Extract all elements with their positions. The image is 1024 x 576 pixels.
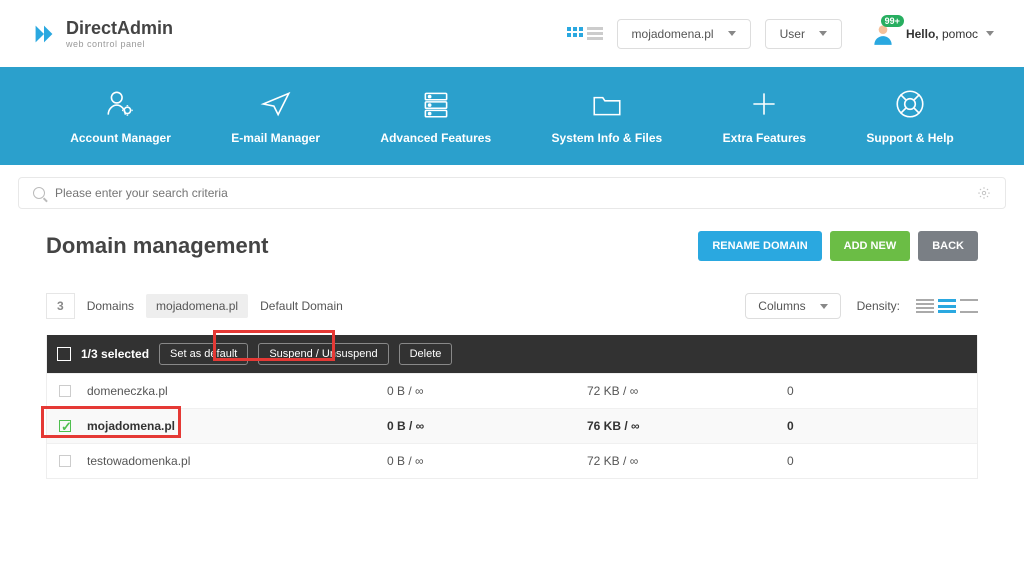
send-icon (259, 87, 293, 121)
density-options[interactable] (916, 299, 978, 313)
nav-support-help[interactable]: Support & Help (866, 87, 953, 145)
domain-name: domeneczka.pl (87, 384, 387, 398)
other-cell: 0 (787, 419, 965, 433)
nav-advanced-features[interactable]: Advanced Features (380, 87, 491, 145)
brand-name: DirectAdmin (66, 18, 173, 38)
nav-account-manager[interactable]: Account Manager (70, 87, 171, 145)
plus-icon (747, 87, 781, 121)
search-icon (33, 187, 45, 199)
bandwidth-cell: 0 B / ∞ (387, 454, 587, 468)
gear-icon[interactable] (977, 186, 991, 200)
row-checkbox[interactable] (59, 385, 71, 397)
nav-email-manager[interactable]: E-mail Manager (231, 87, 320, 145)
bandwidth-cell: 0 B / ∞ (387, 419, 587, 433)
nav-extra-features[interactable]: Extra Features (723, 87, 806, 145)
back-button[interactable]: BACK (918, 231, 978, 261)
search-input[interactable] (55, 186, 967, 200)
selected-count: 1/3 selected (81, 347, 149, 361)
chevron-down-icon (819, 31, 827, 36)
rename-domain-button[interactable]: RENAME DOMAIN (698, 231, 821, 261)
domains-table: 1/3 selected Set as default Suspend / Un… (46, 335, 978, 479)
annotation-highlight (213, 330, 335, 361)
diskspace-cell: 72 KB / ∞ (587, 384, 787, 398)
user-greeting[interactable]: Hello, pomoc (906, 27, 994, 41)
nav-label: Extra Features (723, 131, 806, 145)
other-cell: 0 (787, 454, 965, 468)
nav-label: E-mail Manager (231, 131, 320, 145)
brand: DirectAdmin web control panel (30, 18, 559, 49)
main-nav: Account Manager E-mail Manager Advanced … (0, 67, 1024, 165)
domain-count: 3 (46, 293, 75, 319)
user-avatar[interactable]: 99+ (870, 21, 896, 47)
domain-count-label: Domains (87, 299, 134, 313)
nav-label: System Info & Files (552, 131, 663, 145)
brand-tagline: web control panel (66, 39, 173, 49)
list-view-icon (587, 27, 603, 41)
bandwidth-cell: 0 B / ∞ (387, 384, 587, 398)
annotation-highlight (41, 406, 181, 438)
default-domain-chip: mojadomena.pl (146, 294, 248, 318)
chevron-down-icon (986, 31, 994, 36)
brand-logo-icon (30, 20, 58, 48)
density-normal-icon[interactable] (938, 299, 956, 313)
nav-label: Account Manager (70, 131, 171, 145)
domain-selector-label: mojadomena.pl (632, 27, 714, 41)
role-selector-label: User (780, 27, 805, 41)
density-relaxed-icon[interactable] (960, 299, 978, 313)
grid-view-icon (567, 27, 583, 41)
nav-label: Support & Help (866, 131, 953, 145)
domain-name: testowadomenka.pl (87, 454, 387, 468)
top-header: DirectAdmin web control panel mojadomena… (0, 0, 1024, 67)
users-icon (104, 87, 138, 121)
server-icon (419, 87, 453, 121)
role-selector[interactable]: User (765, 19, 842, 49)
row-checkbox[interactable] (59, 455, 71, 467)
default-domain-label: Default Domain (260, 299, 343, 313)
diskspace-cell: 72 KB / ∞ (587, 454, 787, 468)
add-new-button[interactable]: ADD NEW (830, 231, 911, 261)
table-row[interactable]: testowadomenka.pl 0 B / ∞ 72 KB / ∞ 0 (47, 443, 977, 478)
other-cell: 0 (787, 384, 965, 398)
select-all-checkbox[interactable] (57, 347, 71, 361)
search-bar[interactable] (18, 177, 1006, 209)
delete-button[interactable]: Delete (399, 343, 453, 365)
nav-label: Advanced Features (380, 131, 491, 145)
notification-badge: 99+ (881, 15, 904, 27)
domain-selector[interactable]: mojadomena.pl (617, 19, 751, 49)
view-mode-toggle[interactable] (567, 27, 603, 41)
folder-icon (590, 87, 624, 121)
density-label: Density: (857, 299, 900, 313)
table-row[interactable]: domeneczka.pl 0 B / ∞ 72 KB / ∞ 0 (47, 373, 977, 408)
page-title: Domain management (46, 233, 269, 259)
chevron-down-icon (820, 304, 828, 309)
table-actionbar: 1/3 selected Set as default Suspend / Un… (47, 335, 977, 373)
columns-dropdown[interactable]: Columns (745, 293, 840, 319)
table-row[interactable]: mojadomena.pl 0 B / ∞ 76 KB / ∞ 0 (47, 408, 977, 443)
density-compact-icon[interactable] (916, 299, 934, 313)
nav-system-info[interactable]: System Info & Files (552, 87, 663, 145)
diskspace-cell: 76 KB / ∞ (587, 419, 787, 433)
lifebuoy-icon (893, 87, 927, 121)
chevron-down-icon (728, 31, 736, 36)
